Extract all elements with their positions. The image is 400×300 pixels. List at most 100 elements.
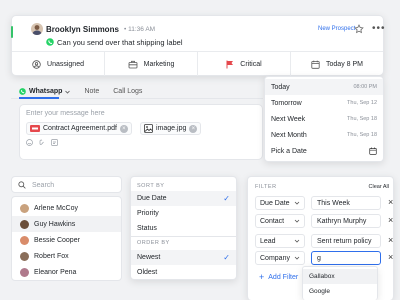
search-placeholder: Search [32,182,55,189]
suggestion-option[interactable]: Google [303,284,377,299]
filter-value-input[interactable]: g [311,251,381,265]
list-item[interactable]: Eleanor Pena [12,264,121,280]
remove-filter-icon[interactable]: × [388,253,393,262]
compose-tabs: Whatsapp Note Call Logs [19,88,142,95]
date-option-value: Thu, Sep 18 [347,116,377,122]
contact-name[interactable]: Brooklyn Simmons [46,25,119,34]
tab-note[interactable]: Note [84,88,99,95]
sort-option-status[interactable]: Status [131,221,236,236]
filter-field-select[interactable]: Company [255,251,305,265]
tab-call-logs[interactable]: Call Logs [113,88,142,95]
list-item[interactable]: Robert Fox [12,248,121,264]
emoji-icon[interactable] [26,139,33,146]
order-option-newest[interactable]: Newest ✓ [131,250,236,265]
date-option-next-month[interactable]: Next Month Thu, Sep 18 [265,127,383,143]
date-option-value: Thu, Sep 12 [347,100,377,106]
unread-indicator [11,26,13,38]
team-label: Marketing [143,60,175,68]
user-icon [32,59,41,69]
flag-icon [226,60,234,69]
order-option-label: Oldest [137,269,158,276]
date-option-label: Tomorrow [271,99,302,107]
message-input[interactable]: Enter your message here Contract Agreeme… [19,104,263,160]
sort-option-due-date[interactable]: Due Date ✓ [131,191,236,206]
order-option-oldest[interactable]: Oldest [131,265,236,280]
tab-whatsapp[interactable]: Whatsapp [19,88,71,95]
calendar-icon [311,60,320,69]
briefcase-icon [128,60,138,69]
attachment-chip[interactable]: Contract Agreement.pdf × [26,122,132,135]
sort-menu: SORT BY Due Date ✓ Priority Status ORDER… [130,176,237,280]
plus-icon: + [259,272,265,282]
filter-field-label: Contact [260,217,285,225]
contact-name: Guy Hawkins [34,220,76,228]
date-option-pick-a-date[interactable]: Pick a Date [265,143,383,159]
sort-option-priority[interactable]: Priority [131,206,236,221]
search-input[interactable]: Search [11,176,122,193]
message-time-value: 11:36 AM [128,26,156,33]
filter-field-select[interactable]: Lead [255,234,305,248]
pdf-icon [30,125,40,132]
date-option-tomorrow[interactable]: Tomorrow Thu, Sep 12 [265,95,383,111]
filter-value-field[interactable]: Kathryn Murphy [311,214,381,228]
contact-name: Arlene McCoy [34,204,78,212]
check-icon: ✓ [223,194,230,203]
assignee-dropdown[interactable]: Unassigned [12,52,105,76]
chevron-down-icon [294,200,300,206]
tag-new-prospect[interactable]: New Prospect [318,26,355,32]
star-icon[interactable] [354,24,364,34]
attachment-name: Contract Agreement.pdf [43,125,117,132]
list-item[interactable]: Arlene McCoy [12,200,121,216]
search-icon [18,181,26,189]
remove-filter-icon[interactable]: × [388,216,393,225]
contact-name: Eleanor Pena [34,268,77,276]
date-option-next-week[interactable]: Next Week Thu, Sep 18 [265,111,383,127]
filter-field-label: Company [260,254,290,262]
attach-icon[interactable] [39,139,45,146]
list-item[interactable]: Guy Hawkins [12,216,121,232]
filter-value-text: g [317,254,321,262]
contact-name: Robert Fox [34,252,69,260]
team-dropdown[interactable]: Marketing [105,52,198,76]
add-filter-button[interactable]: + Add Filter [259,272,298,282]
template-icon[interactable] [51,139,58,146]
filter-row: Due Date This Week × [255,196,395,210]
avatar [31,23,43,35]
remove-attachment-icon[interactable]: × [119,124,128,133]
filter-value-text: This Week [317,199,350,207]
list-item[interactable]: Bessie Cooper [12,232,121,248]
contact-list: Arlene McCoy Guy Hawkins Bessie Cooper R… [11,196,122,281]
filter-row: Contact Kathryn Murphy × [255,214,395,228]
message-placeholder: Enter your message here [26,110,105,117]
compose-toolbar [26,139,58,146]
priority-dropdown[interactable]: Critical [198,52,291,76]
filter-value-field[interactable]: This Week [311,196,381,210]
more-icon[interactable]: ••• [372,23,386,34]
remove-filter-icon[interactable]: × [388,236,393,245]
avatar [20,203,29,213]
suggestion-option[interactable]: Gallabox [303,269,377,284]
attachment-chip[interactable]: image.jpg × [140,122,202,135]
date-option-label: Next Month [271,131,307,139]
sort-option-label: Due Date [137,195,167,202]
due-date-label: Today 8 PM [326,60,363,68]
clear-all-button[interactable]: Clear All [369,184,389,190]
filter-field-select[interactable]: Due Date [255,196,305,210]
date-option-label: Today [271,83,290,91]
filter-field-select[interactable]: Contact [255,214,305,228]
remove-attachment-icon[interactable]: × [189,124,198,133]
chevron-down-icon [294,255,300,261]
whatsapp-icon [46,38,54,46]
contact-picker: Search Arlene McCoy Guy Hawkins Bessie C… [11,176,122,281]
remove-filter-icon[interactable]: × [388,198,393,207]
avatar [20,219,29,229]
conversation-card[interactable]: Brooklyn Simmons • 11:36 AM Can you send… [11,15,386,76]
filter-value-field[interactable]: Sent return policy [311,234,381,248]
calendar-icon [369,147,377,155]
date-option-value: Thu, Sep 18 [347,132,377,138]
assignee-label: Unassigned [47,60,84,68]
chevron-down-icon [294,218,300,224]
due-date-dropdown[interactable]: Today 8 PM [291,52,383,76]
sort-option-label: Priority [137,210,159,217]
date-option-today[interactable]: Today 08:00 PM [265,79,383,95]
